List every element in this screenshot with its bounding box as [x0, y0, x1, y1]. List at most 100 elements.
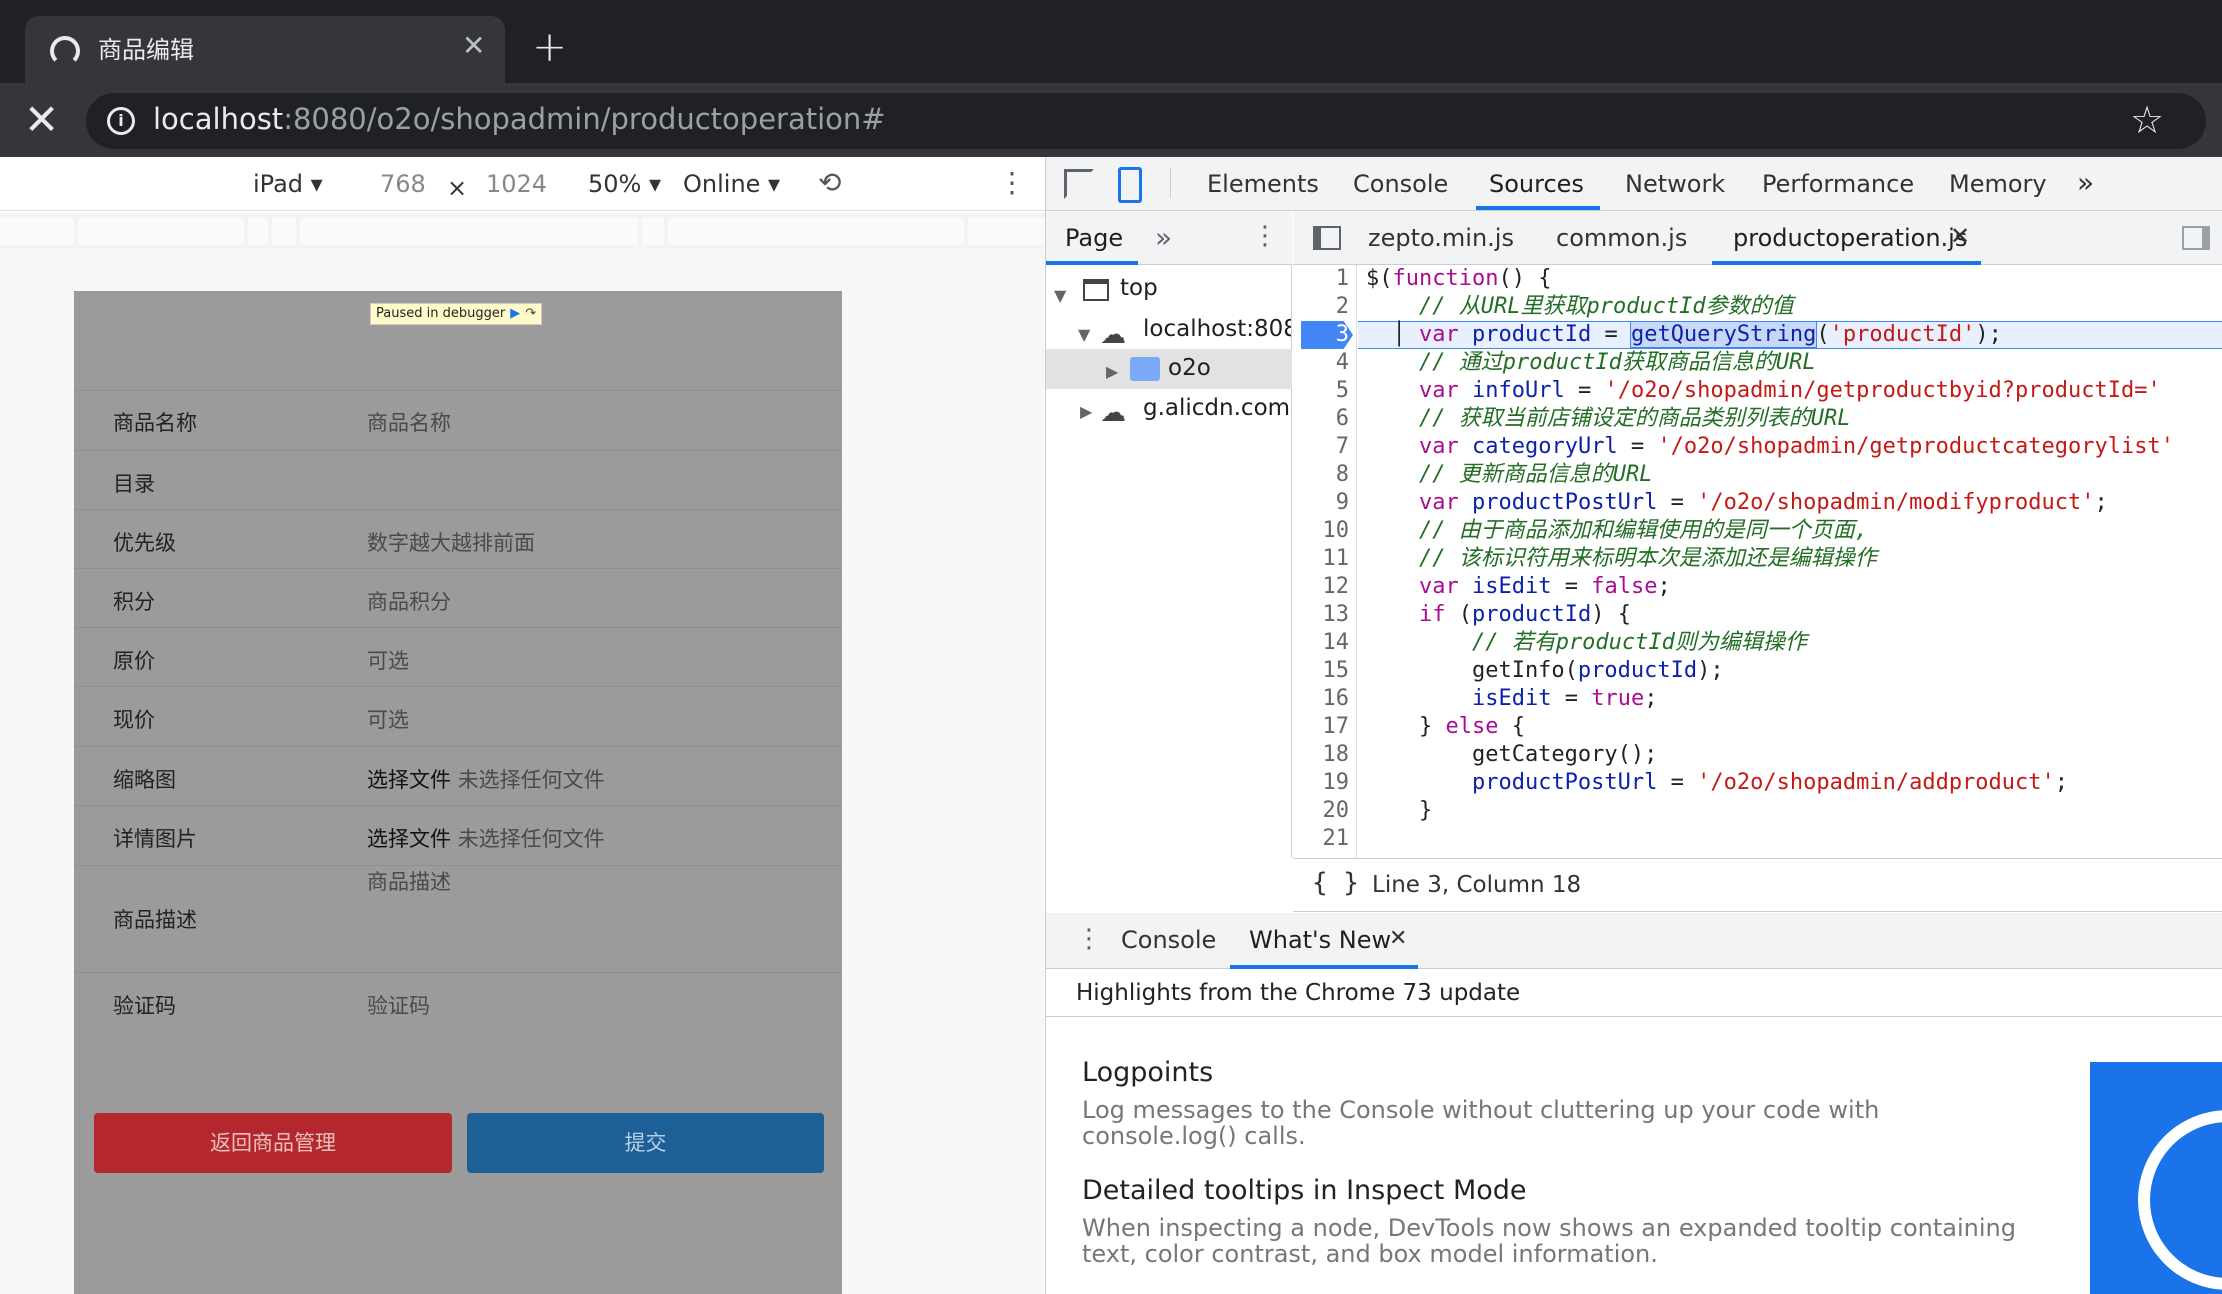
- editor-tab-common[interactable]: common.js: [1556, 224, 1687, 252]
- tab-close-icon[interactable]: ✕: [462, 29, 485, 62]
- site-info-icon[interactable]: i: [107, 107, 135, 135]
- stop-loading-icon[interactable]: ✕: [24, 96, 59, 144]
- form-row-original-price[interactable]: 原价 可选: [74, 627, 842, 686]
- drawer-tab-whats-new[interactable]: What's New: [1249, 926, 1391, 954]
- line-number[interactable]: 4: [1293, 349, 1349, 377]
- tab-console[interactable]: Console: [1353, 170, 1448, 198]
- width-field[interactable]: 768: [380, 170, 426, 198]
- tab-elements[interactable]: Elements: [1207, 170, 1319, 198]
- expand-triangle-icon[interactable]: ▼: [1054, 286, 1066, 305]
- detail-images-file-input[interactable]: 选择文件 未选择任何文件: [367, 823, 605, 853]
- points-input[interactable]: 商品积分: [367, 586, 451, 616]
- pretty-print-icon[interactable]: { }: [1312, 868, 1359, 898]
- navigator-menu-icon[interactable]: ⋮: [1252, 221, 1278, 251]
- close-tab-icon[interactable]: ✕: [1950, 222, 1970, 250]
- line-number[interactable]: 1: [1293, 265, 1349, 293]
- line-number[interactable]: 7: [1293, 433, 1349, 461]
- back-to-product-management-button[interactable]: 返回商品管理: [94, 1113, 452, 1173]
- more-tabs-button[interactable]: »: [2077, 166, 2094, 199]
- device-toolbar-toggle-icon[interactable]: [1118, 167, 1142, 203]
- line-number[interactable]: 14: [1293, 629, 1350, 657]
- thumbnail-file-input[interactable]: 选择文件 未选择任何文件: [367, 764, 605, 794]
- ruler-segment[interactable]: [0, 218, 74, 245]
- line-number[interactable]: 21: [1293, 825, 1350, 853]
- line-number[interactable]: 9: [1293, 489, 1349, 517]
- form-row-detail-images[interactable]: 详情图片 选择文件 未选择任何文件: [74, 805, 842, 865]
- choose-file-button[interactable]: 选择文件: [367, 827, 451, 851]
- tree-item-o2o[interactable]: o2o: [1168, 355, 1211, 381]
- line-number[interactable]: 8: [1293, 461, 1349, 489]
- ruler-segment[interactable]: [968, 218, 1045, 245]
- form-row-priority[interactable]: 优先级 数字越大越排前面: [74, 509, 842, 568]
- device-more-icon[interactable]: ⋮: [998, 166, 1026, 199]
- line-number[interactable]: 10: [1293, 517, 1350, 545]
- choose-file-button[interactable]: 选择文件: [367, 768, 451, 792]
- line-number[interactable]: 6: [1293, 405, 1349, 433]
- name-input[interactable]: 商品名称: [367, 407, 451, 437]
- feature-title[interactable]: Logpoints: [1082, 1057, 1213, 1088]
- ruler-segment[interactable]: [78, 218, 244, 245]
- collapse-triangle-icon[interactable]: ▶: [1106, 362, 1118, 381]
- line-number[interactable]: 18: [1293, 741, 1350, 769]
- browser-tab[interactable]: [25, 16, 505, 83]
- form-row-current-price[interactable]: 现价 可选: [74, 686, 842, 746]
- new-tab-button[interactable]: +: [532, 22, 567, 71]
- line-number[interactable]: 19: [1293, 769, 1350, 797]
- line-number[interactable]: 2: [1293, 293, 1349, 321]
- resume-icon[interactable]: ▶: [510, 306, 520, 321]
- priority-input[interactable]: 数字越大越排前面: [367, 527, 535, 557]
- original-price-input[interactable]: 可选: [367, 645, 409, 675]
- editor-tab-zepto[interactable]: zepto.min.js: [1368, 224, 1514, 252]
- tab-network[interactable]: Network: [1625, 170, 1725, 198]
- line-number[interactable]: 13: [1293, 601, 1350, 629]
- tab-memory[interactable]: Memory: [1949, 170, 2047, 198]
- navigator-more-button[interactable]: »: [1155, 221, 1172, 254]
- form-row-category[interactable]: 目录: [74, 450, 842, 509]
- toggle-debugger-icon[interactable]: [2182, 226, 2210, 250]
- line-number[interactable]: 16: [1293, 685, 1350, 713]
- editor-tab-productoperation[interactable]: productoperation.js: [1733, 224, 1967, 252]
- url-text[interactable]: localhost:8080/o2o/shopadmin/productoper…: [153, 102, 886, 136]
- ruler-segment[interactable]: [248, 218, 268, 245]
- line-number[interactable]: 3: [1293, 321, 1349, 349]
- rotate-icon[interactable]: ⟲: [818, 166, 841, 199]
- tree-item-alicdn[interactable]: g.alicdn.com: [1143, 395, 1290, 421]
- tree-item-localhost[interactable]: localhost:8080: [1143, 316, 1291, 342]
- height-field[interactable]: 1024: [486, 170, 547, 198]
- expand-triangle-icon[interactable]: ▼: [1078, 325, 1090, 344]
- device-select[interactable]: iPad ▾: [253, 170, 323, 198]
- inspect-element-icon[interactable]: [1064, 169, 1094, 199]
- tree-item-top[interactable]: top: [1120, 275, 1158, 301]
- form-row-captcha[interactable]: 验证码 验证码: [74, 972, 842, 1046]
- ruler-segment[interactable]: [668, 218, 964, 245]
- description-textarea[interactable]: 商品描述: [367, 866, 451, 896]
- line-number[interactable]: 20: [1293, 797, 1350, 825]
- zoom-select[interactable]: 50% ▾: [588, 170, 661, 198]
- current-price-input[interactable]: 可选: [367, 704, 409, 734]
- toggle-navigator-icon[interactable]: [1313, 226, 1341, 250]
- drawer-menu-icon[interactable]: ⋮: [1076, 924, 1102, 954]
- ruler-segment[interactable]: [642, 218, 664, 245]
- submit-button[interactable]: 提交: [467, 1113, 824, 1173]
- tab-performance[interactable]: Performance: [1762, 170, 1914, 198]
- drawer-tab-console[interactable]: Console: [1121, 926, 1216, 954]
- form-row-thumbnail[interactable]: 缩略图 选择文件 未选择任何文件: [74, 746, 842, 805]
- line-number[interactable]: 11: [1293, 545, 1350, 573]
- line-number[interactable]: 15: [1293, 657, 1350, 685]
- bookmark-star-icon[interactable]: ☆: [2130, 98, 2164, 142]
- form-row-points[interactable]: 积分 商品积分: [74, 568, 842, 627]
- tab-sources[interactable]: Sources: [1489, 170, 1584, 198]
- form-row-description[interactable]: 商品描述 商品描述: [74, 865, 842, 972]
- line-number[interactable]: 5: [1293, 377, 1349, 405]
- collapse-triangle-icon[interactable]: ▶: [1080, 402, 1092, 421]
- navigator-tab-page[interactable]: Page: [1065, 224, 1123, 252]
- feature-title[interactable]: Detailed tooltips in Inspect Mode: [1082, 1175, 1527, 1206]
- code-editor[interactable]: 1 2 3 4 5 6 7 8 9 10 11 12 13 14 15 16 1…: [1293, 265, 2222, 858]
- line-number[interactable]: 17: [1293, 713, 1350, 741]
- ruler-segment[interactable]: [272, 218, 296, 245]
- captcha-input[interactable]: 验证码: [367, 990, 430, 1020]
- line-number[interactable]: 12: [1293, 573, 1350, 601]
- throttle-select[interactable]: Online ▾: [683, 170, 780, 198]
- close-drawer-tab-icon[interactable]: ✕: [1389, 926, 1407, 951]
- form-row-name[interactable]: 商品名称 商品名称: [74, 390, 842, 450]
